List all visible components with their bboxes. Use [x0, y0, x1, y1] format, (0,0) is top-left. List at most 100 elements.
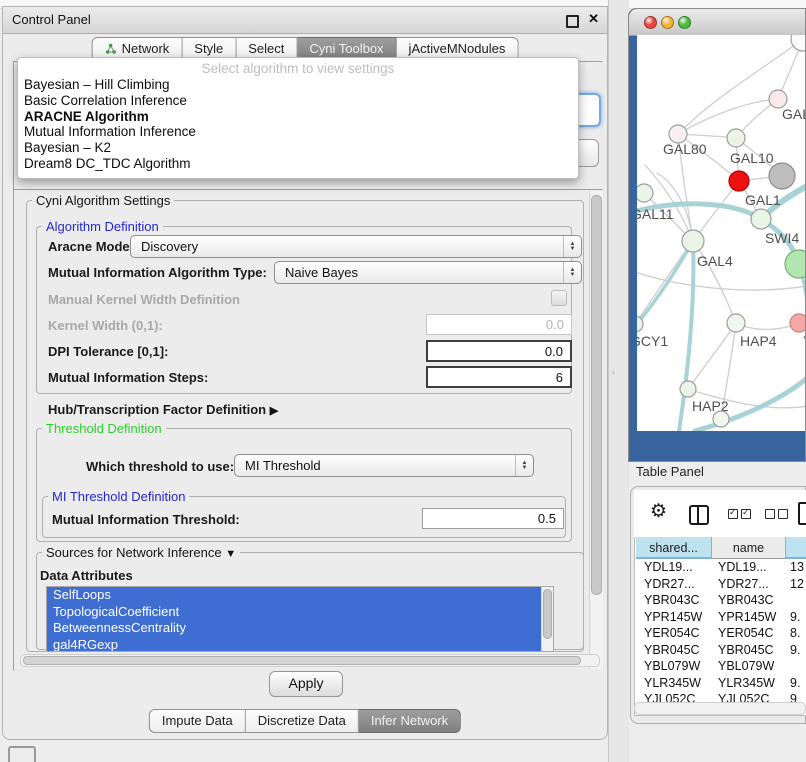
- table-cell: YBR045C: [712, 642, 786, 659]
- mi-type-label: Mutual Information Algorithm Type:: [48, 265, 267, 280]
- dropdown-item[interactable]: Mutual Information Inference: [18, 124, 578, 140]
- scrollbar-thumb[interactable]: [543, 589, 552, 639]
- network-node-label: GAL4: [697, 253, 733, 269]
- table-row[interactable]: YBR045CYBR045C9.: [636, 642, 806, 659]
- network-node[interactable]: [785, 250, 806, 278]
- column-header-third[interactable]: [786, 537, 806, 559]
- table-cell: YLR345W: [712, 675, 786, 692]
- tab-impute-data[interactable]: Impute Data: [149, 709, 246, 733]
- mi-steps-field[interactable]: 6: [426, 366, 572, 388]
- hub-definition-toggle[interactable]: Hub/Transcription Factor Definition ▶: [48, 402, 278, 417]
- dpi-tolerance-label: DPI Tolerance [0,1]:: [48, 344, 168, 359]
- dropdown-item[interactable]: Basic Correlation Inference: [18, 93, 578, 109]
- sources-title: Sources for Network Inference: [46, 545, 222, 560]
- network-node-label: GAL10: [730, 150, 774, 166]
- table-row[interactable]: YLR345WYLR345W9.: [636, 675, 806, 692]
- table-row[interactable]: YBL079WYBL079W: [636, 658, 806, 675]
- kernel-width-label: Kernel Width (0,1):: [48, 318, 163, 333]
- network-node[interactable]: [769, 163, 795, 189]
- settings-vertical-scrollbar[interactable]: [589, 191, 603, 669]
- attribute-list-item[interactable]: SelfLoops: [47, 587, 553, 604]
- network-node-label: GAL80: [663, 141, 707, 157]
- attribute-list-item[interactable]: gal4RGexp: [47, 637, 553, 653]
- table-cell: 12: [786, 576, 806, 593]
- dropdown-item[interactable]: Dream8 DC_TDC Algorithm: [18, 156, 578, 172]
- table-row[interactable]: YDR27...YDR27...12: [636, 576, 806, 593]
- hub-definition-label: Hub/Transcription Factor Definition: [48, 402, 266, 417]
- table-row[interactable]: YER054CYER054C8.: [636, 625, 806, 642]
- mi-type-combo[interactable]: Naive Bayes ▲▼: [274, 261, 582, 284]
- collapse-right-icon: ▶: [270, 405, 278, 417]
- table-cell: YBR043C: [636, 592, 712, 609]
- network-canvas[interactable]: GALGAL80GAL10GAL1GAL11SWI4GAL4GCY1HAP4YH…: [637, 35, 806, 431]
- dropdown-item[interactable]: Bayesian – Hill Climbing: [18, 77, 578, 93]
- stepper-icon: ▲▼: [563, 262, 581, 283]
- network-node[interactable]: [751, 209, 771, 229]
- table-horizontal-scrollbar[interactable]: [634, 702, 806, 715]
- divider-grabber-icon[interactable]: ‹: [612, 369, 617, 376]
- manual-kernel-checkbox[interactable]: [551, 290, 567, 306]
- unchecked-pair-icon[interactable]: [765, 509, 788, 519]
- network-edge: [688, 323, 736, 389]
- settings-horizontal-scrollbar[interactable]: [20, 654, 600, 667]
- table-row[interactable]: YPR145WYPR145W9.: [636, 609, 806, 626]
- tab-discretize-data-label: Discretize Data: [258, 710, 346, 732]
- apply-button[interactable]: Apply: [269, 671, 343, 697]
- page-icon[interactable]: [798, 502, 806, 525]
- network-window-titlebar[interactable]: [629, 9, 805, 36]
- network-node[interactable]: [637, 184, 653, 202]
- dropdown-item[interactable]: ARACNE Algorithm: [18, 109, 578, 125]
- network-node-label: GAL11: [637, 206, 674, 222]
- tab-impute-data-label: Impute Data: [162, 710, 233, 732]
- attributes-scrollbar[interactable]: [541, 587, 553, 651]
- attribute-list-item[interactable]: BetweennessCentrality: [47, 620, 553, 637]
- cyni-settings-panel: Cyni Algorithm Settings Algorithm Defini…: [13, 189, 603, 671]
- mi-threshold-label: Mutual Information Threshold:: [52, 512, 240, 527]
- network-node[interactable]: [727, 314, 745, 332]
- minimized-panel-icon[interactable]: [8, 746, 36, 762]
- tab-infer-network[interactable]: Infer Network: [359, 709, 461, 733]
- network-node[interactable]: [791, 35, 806, 51]
- sources-toggle[interactable]: Sources for Network Inference ▼: [42, 545, 240, 560]
- column-header-shared[interactable]: shared...: [636, 537, 712, 559]
- close-icon[interactable]: ✕: [588, 11, 599, 27]
- network-node[interactable]: [790, 314, 806, 332]
- network-node[interactable]: [713, 411, 729, 427]
- table-cell: [786, 658, 806, 675]
- network-node-label: GAL1: [745, 192, 781, 208]
- close-traffic-light[interactable]: [644, 16, 657, 29]
- dpi-tolerance-field[interactable]: 0.0: [426, 340, 572, 362]
- network-node[interactable]: [680, 381, 696, 397]
- mi-threshold-group-title: MI Threshold Definition: [48, 489, 189, 504]
- scrollbar-thumb[interactable]: [23, 656, 581, 665]
- network-edge: [637, 241, 693, 333]
- gear-icon[interactable]: ⚙: [650, 500, 667, 523]
- panel-divider[interactable]: [608, 0, 629, 762]
- dropdown-item[interactable]: Bayesian – K2: [18, 140, 578, 156]
- network-node[interactable]: [729, 171, 749, 191]
- network-node[interactable]: [682, 230, 704, 252]
- column-header-name[interactable]: name: [712, 537, 786, 559]
- tab-discretize-data[interactable]: Discretize Data: [246, 709, 359, 733]
- table-row[interactable]: YDL19...YDL19...13: [636, 559, 806, 576]
- data-attributes-list[interactable]: SelfLoopsTopologicalCoefficientBetweenne…: [46, 586, 554, 652]
- control-panel-titlebar[interactable]: Control Panel ✕: [3, 7, 607, 34]
- mi-type-value: Naive Bayes: [285, 265, 358, 280]
- float-window-icon[interactable]: [566, 15, 579, 28]
- mi-threshold-field[interactable]: 0.5: [422, 508, 564, 529]
- which-threshold-combo[interactable]: MI Threshold ▲▼: [234, 454, 534, 477]
- checked-pair-icon[interactable]: [728, 509, 751, 519]
- tab-infer-network-label: Infer Network: [371, 710, 448, 732]
- network-graph: GALGAL80GAL10GAL1GAL11SWI4GAL4GCY1HAP4YH…: [637, 35, 806, 431]
- attribute-list-item[interactable]: TopologicalCoefficient: [47, 604, 553, 621]
- scrollbar-thumb[interactable]: [591, 195, 602, 595]
- network-node[interactable]: [727, 129, 745, 147]
- table-row[interactable]: YBR043CYBR043C: [636, 592, 806, 609]
- table-cell: YLR345W: [636, 675, 712, 692]
- aracne-mode-combo[interactable]: Discovery ▲▼: [130, 235, 582, 258]
- zoom-traffic-light[interactable]: [678, 16, 691, 29]
- table-cell: YDL19...: [712, 559, 786, 576]
- table-cell: YDL19...: [636, 559, 712, 576]
- split-columns-icon[interactable]: [689, 505, 709, 525]
- minimize-traffic-light[interactable]: [661, 16, 674, 29]
